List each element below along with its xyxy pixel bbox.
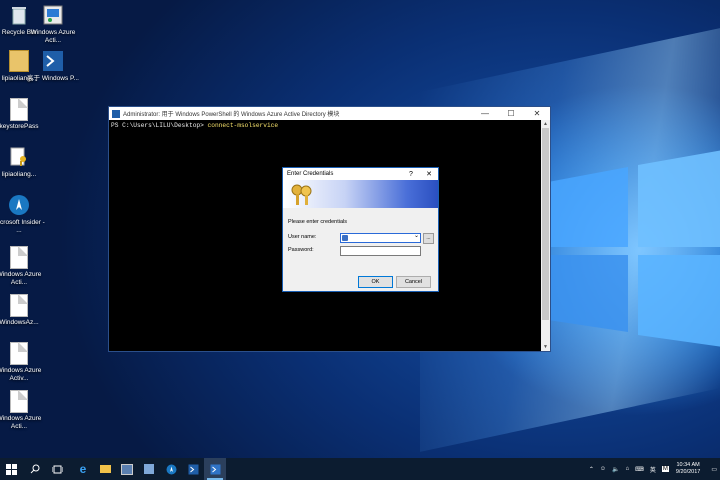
document-icon (8, 97, 30, 121)
dialog-prompt: Please enter credentials (288, 219, 348, 225)
start-button[interactable] (0, 458, 22, 480)
dialog-title: Enter Credentials (287, 171, 334, 177)
password-field[interactable] (340, 246, 421, 256)
desktop-icon-label: Windows Azure Acti... (30, 29, 76, 44)
cancel-button[interactable]: Cancel (396, 276, 431, 288)
document-icon (8, 245, 30, 269)
desktop-icon-label: 高于 Windows P... (27, 75, 79, 82)
scroll-up-icon[interactable]: ▲ (541, 120, 550, 128)
task-view-icon (51, 465, 63, 473)
browse-button[interactable]: ... (423, 233, 434, 244)
user-icon (342, 235, 348, 241)
close-button[interactable]: ✕ (524, 109, 550, 118)
powershell-icon (42, 50, 64, 72)
key-document-icon (8, 146, 30, 168)
desktop-icon-azure-4[interactable]: Windows Azure Acti... (0, 389, 47, 431)
desktop-icon-azure-1[interactable]: Windows Azure Acti... (25, 4, 81, 45)
taskbar-insider[interactable] (160, 458, 182, 480)
username-field[interactable]: ⌄ (340, 233, 421, 243)
insider-icon (166, 464, 176, 474)
network-icon[interactable]: ⌂ (626, 466, 630, 472)
document-icon (8, 293, 30, 317)
azure-app-icon (144, 464, 154, 474)
windows-start-icon (5, 463, 17, 475)
desktop-icon-insider[interactable]: Microsoft Insider - ... (0, 194, 47, 235)
vertical-scrollbar[interactable]: ▲ ▼ (541, 120, 550, 351)
taskbar-edge[interactable]: e (72, 458, 94, 480)
username-label: User name: (288, 234, 317, 240)
dialog-close-button[interactable]: ✕ (420, 170, 438, 178)
desktop-icon-azure-2[interactable]: Windows Azure Acti... (0, 245, 47, 287)
credentials-dialog[interactable]: Enter Credentials ? ✕ Please enter crede… (282, 167, 439, 292)
desktop-icon-keyfolder[interactable]: lipiaoliang... (0, 146, 47, 179)
edge-icon: e (79, 462, 87, 476)
keys-icon (291, 184, 312, 205)
desktop-icon-azure-3[interactable]: Windows Azure Activ... (0, 341, 47, 383)
desktop-icon-label: Windows Azure Acti... (0, 415, 42, 430)
notification-icon[interactable]: ▭ (711, 466, 717, 473)
taskbar-powershell[interactable] (182, 458, 204, 480)
dropdown-chevron-icon[interactable]: ⌄ (414, 232, 419, 239)
task-view-button[interactable] (46, 458, 68, 480)
console-prompt: PS C:\Users\LILU\Desktop> (111, 122, 204, 129)
taskbar-powershell-azure[interactable] (204, 458, 226, 480)
taskbar-clock[interactable]: 10:34 AM 9/20/2017 (676, 462, 700, 476)
help-button[interactable]: ? (402, 171, 420, 178)
desktop-icon-label: WindowsAz... (0, 319, 39, 326)
dialog-titlebar[interactable]: Enter Credentials ? ✕ (283, 168, 438, 180)
desktop-icon-label: lipiaoliang... (1, 171, 37, 178)
server-manager-icon (121, 463, 133, 475)
desktop-icon-keystorepass[interactable]: keystorePass (0, 97, 47, 131)
desktop-icon-label: Microsoft Insider - ... (0, 219, 45, 234)
powershell-small-icon (112, 109, 120, 118)
window-titlebar[interactable]: Administrator: 用于 Windows PowerShell 的 W… (109, 107, 550, 120)
system-tray: ⌃ ☺ 🔈 ⌂ ⌨ 英 M 10:34 AM 9/20/2017 ▭ (586, 458, 720, 480)
console-command: connect-msolservice (207, 122, 279, 129)
dialog-banner (283, 180, 438, 208)
language-indicator[interactable]: M (661, 466, 669, 472)
clock-time: 10:34 AM (676, 462, 700, 468)
maximize-button[interactable]: ☐ (498, 109, 524, 118)
show-hidden-icons-icon[interactable]: ⌃ (589, 466, 594, 473)
desktop-icon-label: keystorePass (0, 123, 39, 130)
scrollbar-thumb[interactable] (542, 128, 549, 320)
search-icon (30, 464, 40, 474)
ok-button[interactable]: OK (358, 276, 393, 288)
keyboard-icon[interactable]: ⌨ (635, 466, 644, 473)
taskbar-app-1[interactable] (116, 458, 138, 480)
volume-icon[interactable]: 🔈 (612, 466, 619, 473)
folder-icon (99, 465, 111, 473)
desktop-icon-label: Windows Azure Activ... (0, 367, 42, 382)
powershell-icon (188, 464, 198, 474)
desktop-icon-powershell[interactable]: 高于 Windows P... (25, 50, 81, 83)
powershell-azure-icon (210, 464, 220, 474)
clock-date: 9/20/2017 (675, 469, 701, 475)
ime-indicator[interactable]: 英 (650, 465, 656, 474)
desktop-icon-windowsaz[interactable]: WindowsAz... (0, 293, 47, 327)
document-icon (8, 341, 30, 365)
taskbar-file-explorer[interactable] (94, 458, 116, 480)
password-label: Password: (288, 247, 314, 253)
scroll-down-icon[interactable]: ▼ (541, 343, 550, 351)
window-title: Administrator: 用于 Windows PowerShell 的 W… (123, 112, 340, 118)
search-button[interactable] (24, 458, 46, 480)
windows-logo-wallpaper (548, 150, 720, 347)
desktop-icon-label: Windows Azure Acti... (0, 271, 42, 286)
document-icon (8, 389, 30, 413)
azure-app-icon (42, 4, 64, 26)
taskbar: e ⌃ ☺ 🔈 ⌂ ⌨ 英 M 10:34 AM 9/20/2017 ▭ (0, 458, 720, 480)
minimize-button[interactable]: — (472, 109, 498, 118)
people-icon[interactable]: ☺ (600, 466, 606, 472)
taskbar-app-2[interactable] (138, 458, 160, 480)
insider-icon (8, 194, 30, 216)
